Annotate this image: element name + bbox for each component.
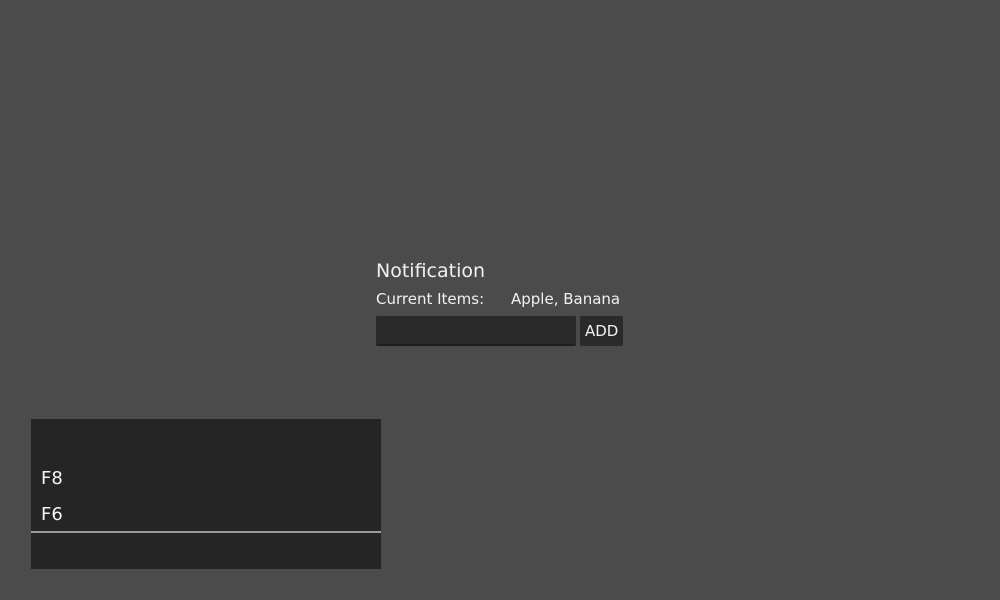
current-items-value: Apple, Banana	[511, 290, 621, 308]
add-button[interactable]: ADD	[580, 316, 624, 346]
current-items-row: Current Items: Apple, Banana	[376, 288, 636, 310]
current-items-label: Current Items:	[376, 290, 485, 308]
notification-title: Notification	[376, 260, 486, 282]
list-panel: F8 F6	[31, 419, 381, 569]
list-item[interactable]: F8	[31, 461, 381, 497]
item-input[interactable]	[376, 316, 576, 346]
item-list: F8 F6	[31, 461, 381, 533]
list-divider	[31, 531, 381, 533]
notification-panel: Notification Current Items: Apple, Banan…	[376, 258, 636, 346]
app-window: Notification Current Items: Apple, Banan…	[0, 0, 1000, 600]
add-item-row: ADD	[376, 316, 636, 346]
list-item[interactable]: F6	[31, 497, 381, 533]
